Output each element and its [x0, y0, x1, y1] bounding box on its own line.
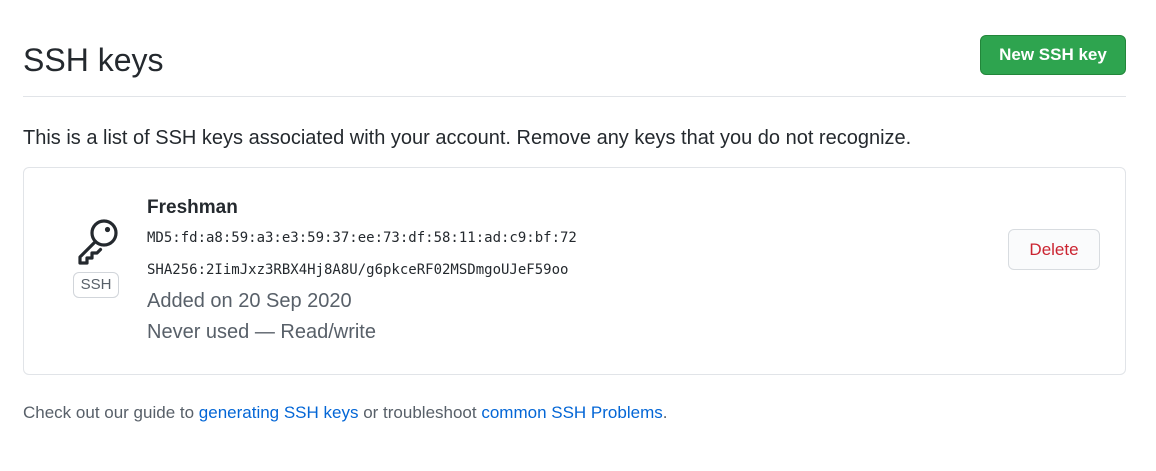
ssh-type-badge: SSH — [73, 272, 119, 298]
key-details: Freshman MD5:fd:a8:59:a3:e3:59:37:ee:73:… — [147, 194, 577, 348]
md5-fingerprint: MD5:fd:a8:59:a3:e3:59:37:ee:73:df:58:11:… — [147, 230, 577, 246]
delete-key-button[interactable]: Delete — [1008, 229, 1100, 270]
page-header: SSH keys New SSH key — [23, 30, 1126, 97]
footer-help-text: Check out our guide to generating SSH ke… — [23, 400, 667, 426]
common-ssh-problems-link[interactable]: common SSH Problems — [481, 403, 662, 422]
ssh-key-list: SSH Freshman MD5:fd:a8:59:a3:e3:59:37:ee… — [23, 167, 1126, 375]
footer-middle: or troubleshoot — [358, 403, 482, 422]
key-title: Freshman — [147, 197, 238, 218]
key-usage-status: Never used — Read/write — [147, 321, 376, 343]
page-title: SSH keys — [23, 42, 164, 78]
key-icon-container: SSH — [69, 212, 127, 302]
footer-suffix: . — [662, 403, 668, 422]
sha256-fingerprint: SHA256:2IimJxz3RBX4Hj8A8U/g6pkceRF02MSDm… — [147, 262, 569, 278]
key-icon — [73, 216, 123, 271]
footer-prefix: Check out our guide to — [23, 403, 199, 422]
key-added-date: Added on 20 Sep 2020 — [147, 290, 352, 312]
new-ssh-key-button[interactable]: New SSH key — [980, 35, 1126, 75]
intro-text: This is a list of SSH keys associated wi… — [23, 127, 912, 149]
ssh-keys-page: SSH keys New SSH key This is a list of S… — [0, 0, 1156, 471]
generating-ssh-keys-link[interactable]: generating SSH keys — [199, 403, 359, 422]
